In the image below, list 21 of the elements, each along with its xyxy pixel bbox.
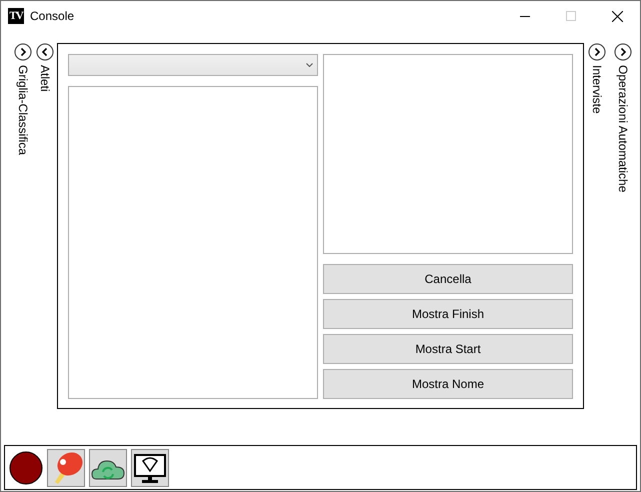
monitor-icon[interactable] bbox=[131, 448, 169, 486]
expander-label: Interviste bbox=[590, 65, 604, 114]
action-button[interactable]: Cancella bbox=[323, 264, 573, 294]
expander-label: Griglia-Classifica bbox=[16, 65, 30, 156]
maximize-icon bbox=[566, 11, 576, 21]
close-icon bbox=[612, 10, 622, 22]
chevron-down-icon bbox=[306, 63, 313, 67]
expander-label: Operazioni Automatiche bbox=[616, 65, 630, 192]
app-logo: TV bbox=[8, 8, 24, 24]
expander-toggle[interactable] bbox=[14, 43, 32, 61]
expander-toggle[interactable] bbox=[36, 43, 54, 61]
cloud-sync-icon[interactable] bbox=[89, 448, 127, 486]
expander-label: Atleti bbox=[38, 65, 52, 92]
expander-toggle[interactable] bbox=[614, 43, 632, 61]
action-button[interactable]: Mostra Start bbox=[323, 334, 573, 364]
action-button[interactable]: Mostra Nome bbox=[323, 369, 573, 399]
expander-toggle[interactable] bbox=[588, 43, 606, 61]
window-title: Console bbox=[30, 9, 74, 23]
paddle-icon[interactable] bbox=[47, 448, 85, 486]
action-button[interactable]: Mostra Finish bbox=[323, 299, 573, 329]
record-button[interactable] bbox=[9, 450, 43, 484]
